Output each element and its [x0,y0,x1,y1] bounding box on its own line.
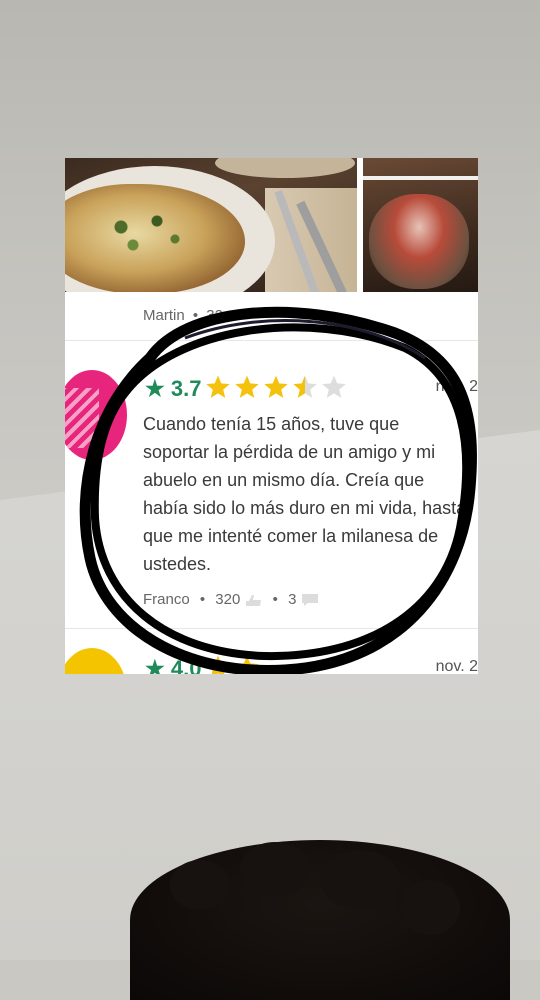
platter-image [369,194,469,289]
review-divider [65,340,478,341]
meta-separator: • [192,307,199,324]
photo-band [363,176,478,180]
rating-star-icon: ★ [145,376,165,401]
hair-curl [240,842,310,897]
review-text: Cuando tenía 15 años, tuve que soportar … [143,414,467,574]
helpful-count: 320 [215,591,241,608]
star-icon-half [293,375,317,398]
star-icon-full [206,655,230,674]
reviewer-avatar-franco[interactable] [65,370,127,460]
star-icon-full [235,375,259,398]
prev-review-author[interactable]: Martin [143,307,185,324]
review-divider [65,628,478,629]
hair-curl [320,850,400,910]
next-rating-value: ★ 4.0 [145,656,201,674]
review-meta: Franco • 320 • 3 [143,591,319,608]
comment-count: 3 [288,591,297,608]
review-date: nov. 2 [435,378,478,395]
food-photo-milanesa[interactable] [65,158,357,292]
review-author[interactable]: Franco [143,591,190,608]
rating-value: ★ 3.7 [145,376,202,401]
rating-stars [205,374,347,400]
next-rating-stars [205,654,260,674]
star-icon-full [235,655,259,674]
star-icon-full [264,375,288,398]
review-screenshot: Martin • 32 ★ 3.7 nov. 2 Cuando tenía 15… [65,158,478,674]
hair-curl [170,860,230,910]
reviewer-avatar-next[interactable] [65,648,127,674]
next-review-date: nov. 2 [435,658,478,674]
bowl-image [215,158,355,178]
thumbs-up-icon[interactable] [245,594,263,607]
food-photo-platter[interactable] [363,158,478,292]
avatar-pattern [65,388,99,448]
prev-review-helpful-count: 32 [206,307,223,324]
star-icon-empty [322,375,346,398]
hair-curl [400,880,460,935]
prev-review-meta: Martin • 32 [143,307,223,324]
comment-icon[interactable] [301,593,319,607]
rating-star-icon: ★ [145,656,165,674]
meta-separator: • [272,591,278,608]
herbs-image [85,203,205,263]
star-icon-full [206,375,230,398]
meta-separator: • [199,591,206,608]
